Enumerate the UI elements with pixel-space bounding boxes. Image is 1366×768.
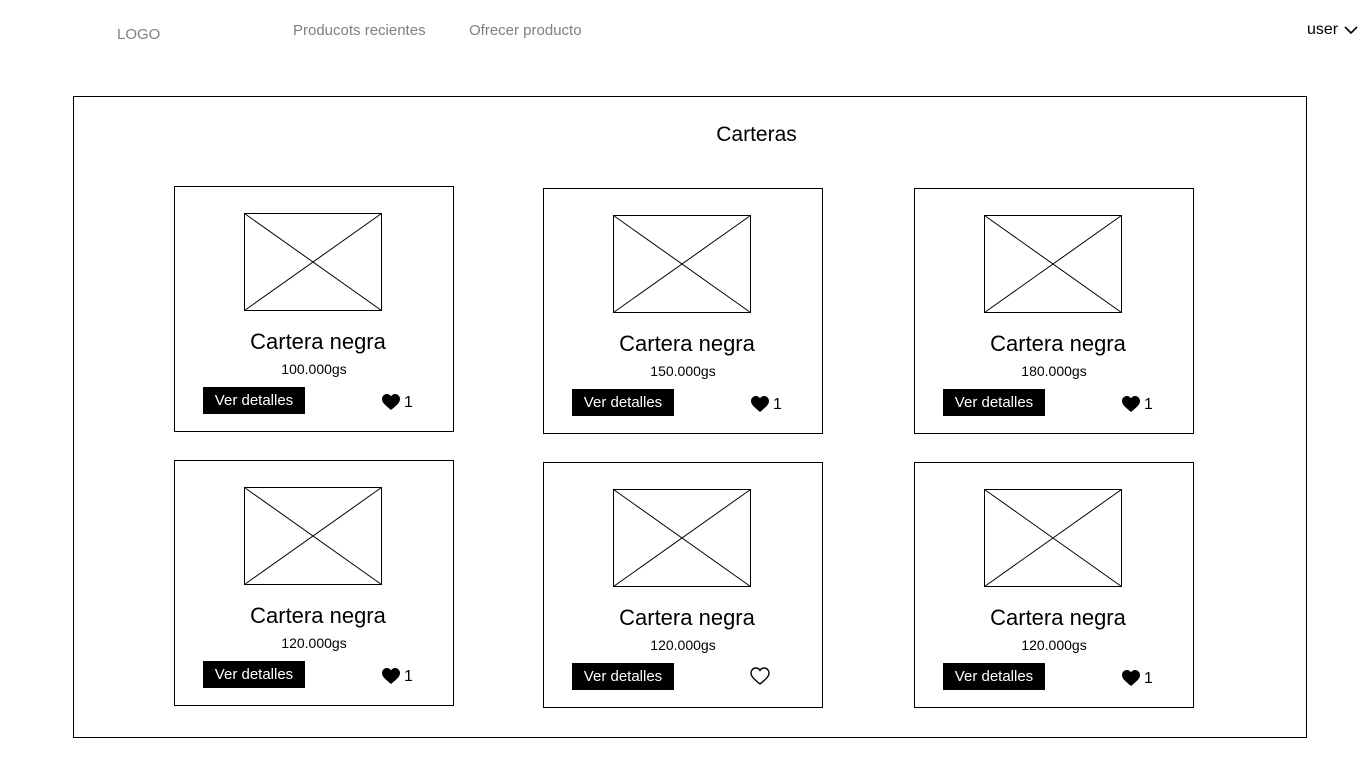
product-price: 120.000gs <box>281 635 347 651</box>
view-details-button[interactable]: Ver detalles <box>943 663 1045 690</box>
image-placeholder-icon[interactable] <box>984 489 1122 587</box>
user-menu[interactable]: user <box>1307 21 1358 39</box>
like-count: 1 <box>404 394 413 411</box>
like-button[interactable]: 1 <box>1121 393 1153 414</box>
like-button[interactable] <box>750 667 773 685</box>
view-details-button[interactable]: Ver detalles <box>572 663 674 690</box>
heart-icon <box>1122 395 1140 412</box>
image-placeholder-icon[interactable] <box>244 213 382 311</box>
product-price: 180.000gs <box>1021 363 1087 379</box>
like-button[interactable]: 1 <box>381 665 413 686</box>
product-name: Cartera negra <box>990 605 1126 630</box>
product-name: Cartera negra <box>619 331 755 356</box>
product-card: Cartera negra 100.000gs Ver detalles 1 <box>174 186 454 432</box>
product-name: Cartera negra <box>990 331 1126 356</box>
heart-icon <box>751 395 769 412</box>
product-price: 100.000gs <box>281 361 347 377</box>
view-details-button[interactable]: Ver detalles <box>203 661 305 688</box>
top-navigation-bar: LOGO Producots recientes Ofrecer product… <box>0 0 1366 60</box>
image-placeholder-icon[interactable] <box>613 489 751 587</box>
product-name: Cartera negra <box>619 605 755 630</box>
like-button[interactable]: 1 <box>1121 667 1153 688</box>
product-card: Cartera negra 120.000gs Ver detalles <box>543 462 823 708</box>
heart-icon <box>750 667 770 685</box>
image-placeholder-icon[interactable] <box>613 215 751 313</box>
nav-recent-products-link[interactable]: Producots recientes <box>293 22 426 39</box>
like-button[interactable]: 1 <box>381 391 413 412</box>
product-price: 150.000gs <box>650 363 716 379</box>
view-details-button[interactable]: Ver detalles <box>943 389 1045 416</box>
view-details-button[interactable]: Ver detalles <box>203 387 305 414</box>
like-count: 1 <box>1144 396 1153 413</box>
product-name: Cartera negra <box>250 603 386 628</box>
like-count: 1 <box>404 668 413 685</box>
heart-icon <box>382 667 400 684</box>
image-placeholder-icon[interactable] <box>984 215 1122 313</box>
view-details-button[interactable]: Ver detalles <box>572 389 674 416</box>
heart-icon <box>1122 669 1140 686</box>
product-card: Cartera negra 120.000gs Ver detalles 1 <box>174 460 454 706</box>
product-name: Cartera negra <box>250 329 386 354</box>
product-price: 120.000gs <box>1021 637 1087 653</box>
like-button[interactable]: 1 <box>750 393 782 414</box>
product-card: Cartera negra 180.000gs Ver detalles 1 <box>914 188 1194 434</box>
product-card: Cartera negra 150.000gs Ver detalles 1 <box>543 188 823 434</box>
like-count: 1 <box>773 396 782 413</box>
product-card: Cartera negra 120.000gs Ver detalles 1 <box>914 462 1194 708</box>
user-menu-label: user <box>1307 21 1339 38</box>
category-title: Carteras <box>716 123 797 146</box>
product-price: 120.000gs <box>650 637 716 653</box>
heart-icon <box>382 393 400 410</box>
chevron-down-icon <box>1344 26 1358 35</box>
nav-offer-product-link[interactable]: Ofrecer producto <box>469 22 582 39</box>
logo[interactable]: LOGO <box>117 26 160 43</box>
image-placeholder-icon[interactable] <box>244 487 382 585</box>
like-count: 1 <box>1144 670 1153 687</box>
